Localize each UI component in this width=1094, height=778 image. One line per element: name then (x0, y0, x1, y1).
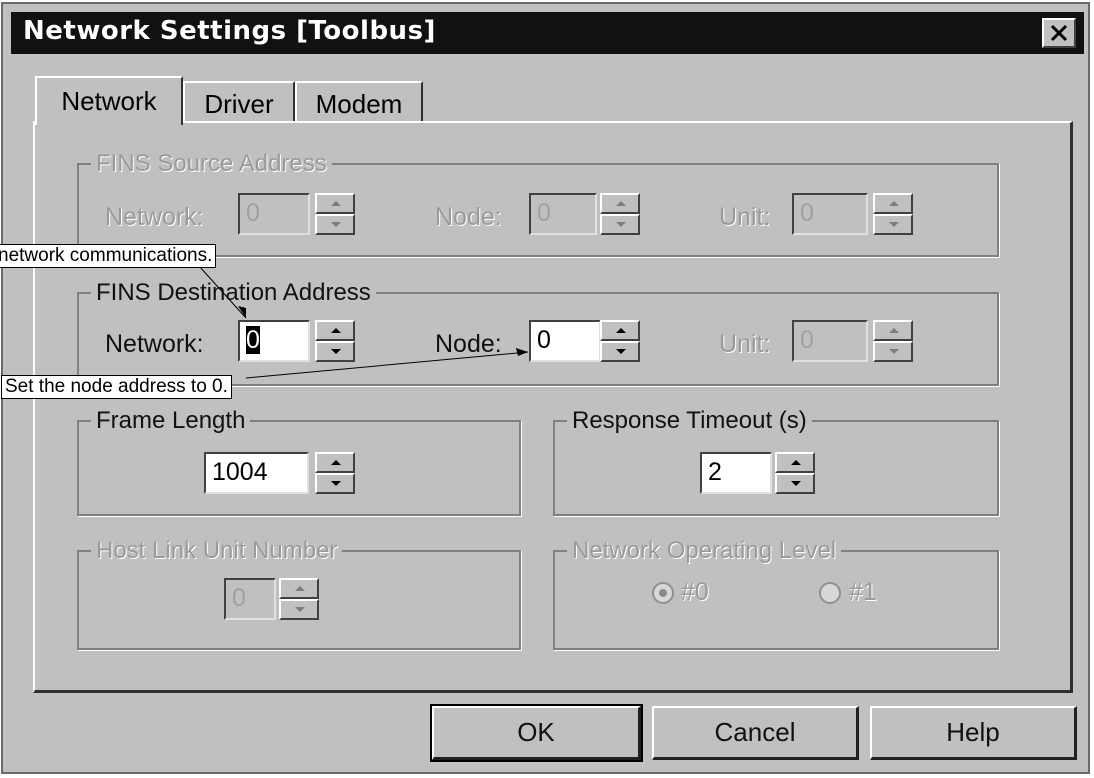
arrow-up-icon[interactable] (315, 452, 355, 473)
close-button[interactable] (1042, 18, 1076, 48)
close-icon (1050, 24, 1068, 42)
host-link-unit-field: 0 (224, 578, 276, 620)
window-title: Network Settings [Toolbus] (23, 16, 436, 46)
response-timeout-legend: Response Timeout (s) (567, 407, 812, 435)
arrow-down-icon (279, 599, 319, 620)
destination-node-field[interactable]: 0 (529, 320, 601, 362)
response-timeout-field[interactable]: 2 (700, 452, 772, 494)
arrow-down-icon[interactable] (315, 341, 355, 362)
frame-length-legend: Frame Length (91, 407, 251, 435)
destination-network-spinner[interactable] (315, 320, 355, 362)
radio-level-0-label: #0 (681, 578, 709, 606)
arrow-down-icon (873, 341, 913, 362)
source-network-spinner (315, 193, 355, 235)
radio-level-1 (819, 582, 841, 604)
fins-source-address-legend: FINS Source Address (91, 150, 332, 178)
annotation-network-communications: network communications. (0, 244, 217, 268)
host-link-unit-number-legend: Host Link Unit Number (91, 537, 343, 565)
destination-node-spinner[interactable] (600, 320, 640, 362)
cancel-button[interactable]: Cancel (652, 706, 859, 760)
arrow-down-icon (600, 214, 640, 235)
network-tab-panel: FINS Source Address Network: 0 Node: 0 U… (33, 121, 1073, 693)
frame-length-group: Frame Length 1004 (77, 407, 521, 516)
arrow-down-icon[interactable] (775, 473, 815, 494)
arrow-up-icon[interactable] (600, 320, 640, 341)
response-timeout-group: Response Timeout (s) 2 (553, 407, 999, 516)
help-button[interactable]: Help (870, 706, 1077, 760)
arrow-down-icon (873, 214, 913, 235)
title-bar: Network Settings [Toolbus] (11, 12, 1084, 54)
source-network-label: Network: (105, 203, 204, 231)
fins-destination-address-group: FINS Destination Address Network: 0 Node… (77, 279, 999, 386)
source-node-label: Node: (435, 203, 502, 231)
arrow-up-icon (315, 193, 355, 214)
destination-network-field[interactable]: 0 (238, 320, 310, 362)
arrow-up-icon (600, 193, 640, 214)
network-operating-level-group: Network Operating Level #0 #1 (553, 537, 999, 650)
host-link-unit-number-group: Host Link Unit Number 0 (77, 537, 521, 650)
source-network-field: 0 (238, 193, 310, 235)
arrow-up-icon (873, 320, 913, 341)
network-operating-level-legend: Network Operating Level (567, 537, 842, 565)
destination-unit-label: Unit: (719, 330, 771, 358)
ok-button[interactable]: OK (430, 704, 643, 762)
arrow-up-icon (873, 193, 913, 214)
arrow-down-icon (315, 214, 355, 235)
tab-driver[interactable]: Driver (183, 81, 295, 121)
destination-node-label: Node: (435, 330, 502, 358)
destination-unit-spinner (873, 320, 913, 362)
radio-level-1-label: #1 (849, 578, 877, 606)
tab-driver-label: Driver (204, 89, 274, 119)
arrow-down-icon[interactable] (600, 341, 640, 362)
fins-source-address-group: FINS Source Address Network: 0 Node: 0 U… (77, 150, 999, 257)
frame-length-spinner[interactable] (315, 452, 355, 494)
fins-destination-address-legend: FINS Destination Address (91, 279, 376, 307)
tab-network-label: Network (61, 86, 157, 116)
tab-modem-label: Modem (315, 89, 403, 119)
arrow-up-icon[interactable] (315, 320, 355, 341)
destination-network-label: Network: (105, 330, 204, 358)
frame-length-field[interactable]: 1004 (204, 452, 309, 494)
tab-modem[interactable]: Modem (295, 81, 423, 121)
source-unit-label: Unit: (719, 203, 771, 231)
destination-unit-field: 0 (792, 320, 868, 362)
host-link-unit-spinner (279, 578, 319, 620)
source-node-field: 0 (529, 193, 597, 235)
tab-network[interactable]: Network (35, 76, 183, 125)
arrow-up-icon (279, 578, 319, 599)
source-unit-field: 0 (792, 193, 868, 235)
source-unit-spinner (873, 193, 913, 235)
annotation-node-address: Set the node address to 0. (1, 375, 232, 399)
arrow-up-icon[interactable] (775, 452, 815, 473)
radio-level-0 (652, 582, 674, 604)
source-node-spinner (600, 193, 640, 235)
arrow-down-icon[interactable] (315, 473, 355, 494)
response-timeout-spinner[interactable] (775, 452, 815, 494)
